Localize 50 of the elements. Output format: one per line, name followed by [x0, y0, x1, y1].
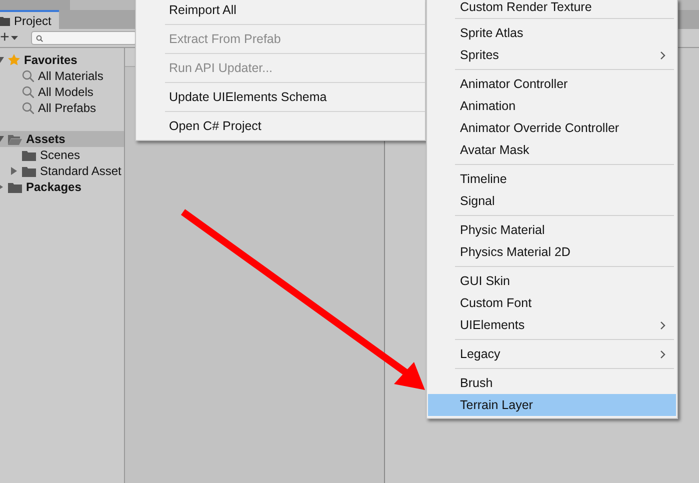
menu-item[interactable]: Animator Override Controller [428, 117, 676, 139]
folder-icon [8, 182, 22, 192]
menu-item[interactable]: Sprites [428, 44, 676, 66]
tree-item[interactable]: Standard Asset [0, 163, 124, 179]
search-icon [22, 70, 34, 82]
tree-item[interactable]: All Materials [0, 68, 124, 84]
tree-label: All Materials [38, 69, 104, 83]
add-button[interactable]: + [0, 30, 22, 46]
menu-item[interactable]: Terrain Layer [428, 394, 676, 416]
menu-item[interactable]: Legacy [428, 343, 676, 365]
caret-icon [11, 36, 18, 40]
folder-icon [22, 166, 36, 176]
menu-item[interactable]: Update UIElements Schema [136, 83, 425, 111]
tree-item[interactable]: Scenes [0, 147, 124, 163]
tree-label: Assets [26, 132, 66, 146]
menu-item[interactable]: Brush [428, 372, 676, 394]
search-icon [36, 34, 44, 42]
tree-item[interactable]: Assets [0, 131, 124, 147]
menu-item[interactable]: Open C# Project [136, 112, 425, 140]
tree-label: All Models [38, 85, 94, 99]
tree-label: Scenes [40, 148, 80, 162]
tree-item[interactable]: All Models [0, 84, 124, 100]
menu-item[interactable]: Timeline [428, 168, 676, 190]
folder-icon [22, 150, 36, 160]
tree-label: Standard Asset [40, 164, 122, 178]
star-icon [8, 54, 20, 66]
menu-item[interactable]: Sprite Atlas [428, 22, 676, 44]
menu-item[interactable]: Custom Render Texture [428, 0, 676, 15]
search-icon [22, 102, 34, 114]
menu-item[interactable]: UIElements [428, 314, 676, 336]
tree-item[interactable]: Favorites [0, 52, 124, 68]
tree-item[interactable]: All Prefabs [0, 100, 124, 116]
menu-item[interactable]: Reimport All [136, 0, 425, 24]
menu-item[interactable]: Animator Controller [428, 73, 676, 95]
menu-item[interactable]: GUI Skin [428, 270, 676, 292]
menu-item[interactable]: Animation [428, 95, 676, 117]
menu-item[interactable]: Avatar Mask [428, 139, 676, 161]
search-field[interactable] [31, 31, 138, 45]
menu-item[interactable]: Signal [428, 190, 676, 212]
menu-item[interactable]: Physics Material 2D [428, 241, 676, 263]
search-icon [22, 86, 34, 98]
tree-item[interactable]: Packages [0, 179, 124, 195]
tree-label: All Prefabs [38, 101, 96, 115]
tree-label: Favorites [24, 53, 78, 67]
folder-icon [0, 16, 10, 26]
menu-item[interactable]: Custom Font [428, 292, 676, 314]
project-tab[interactable]: Project [0, 10, 60, 29]
tree-label: Packages [26, 180, 82, 194]
open-folder-icon [8, 134, 22, 144]
menu-item[interactable]: Physic Material [428, 219, 676, 241]
